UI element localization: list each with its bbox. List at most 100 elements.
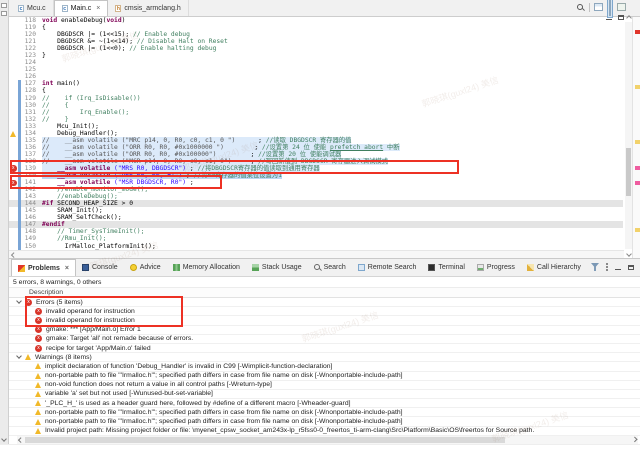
code-line-123[interactable]: 123} xyxy=(9,52,623,59)
scroll-right-icon[interactable] xyxy=(631,437,637,443)
debug-perspective-icon[interactable] xyxy=(617,3,626,11)
code-line-122[interactable]: 122 DBGDSCR |= (1<<0); // Enable halting… xyxy=(9,45,623,52)
scroll-down-icon[interactable] xyxy=(625,251,632,257)
code-line-121[interactable]: 121 DBGDSCR &= ~(1<<14); // Disable Halt… xyxy=(9,38,623,45)
code-line-124[interactable]: 124 xyxy=(9,59,623,66)
code-line-146[interactable]: 146 SRAM_SelfCheck(); xyxy=(9,214,623,222)
code-line-119[interactable]: 119 { xyxy=(9,24,623,31)
tab-terminal[interactable]: Terminal xyxy=(422,259,470,276)
editor-tab-mcu.c[interactable]: c Mcu.c xyxy=(11,0,54,16)
error-marker-icon[interactable]: x xyxy=(10,179,17,187)
code-line-148[interactable]: 148 // Timer_SysTimeInit(); xyxy=(9,228,623,236)
view-menu-icon[interactable] xyxy=(606,263,608,271)
error-marker-icon[interactable]: x xyxy=(10,165,17,172)
tab-call-hierarchy[interactable]: Call Hierarchy xyxy=(521,259,587,276)
problem-row[interactable]: x invalid operand for instruction xyxy=(9,307,640,317)
tab-console[interactable]: Console xyxy=(76,259,124,276)
chevron-down-icon[interactable] xyxy=(1,436,7,442)
description-column-header[interactable]: Description xyxy=(9,288,640,298)
restore-view-icon[interactable] xyxy=(1,3,7,8)
code-line-126[interactable]: 126 xyxy=(9,73,623,80)
chevron-down-icon[interactable] xyxy=(16,298,22,304)
problem-row[interactable]: non-portable path to file "'Irmalloc.h'"… xyxy=(9,372,640,381)
code-line-125[interactable]: 125 xyxy=(9,66,623,73)
scroll-left-icon[interactable] xyxy=(18,437,24,443)
editor-tab-main.c[interactable]: c Main.c × xyxy=(53,0,109,16)
code-line-141[interactable]: x 141 __asm volatile ("MSR DBGDSCR, R0") … xyxy=(9,179,623,187)
overview-ruler[interactable] xyxy=(632,17,640,258)
scrollbar-thumb[interactable] xyxy=(626,148,631,196)
problem-row[interactable]: x gmake: Target 'all' not remade because … xyxy=(9,335,640,344)
code-line-130[interactable]: 130 // { xyxy=(9,101,623,109)
problem-row[interactable]: non-portable path to file "'Irmalloc.h'"… xyxy=(9,408,640,418)
tab-problems[interactable]: Problems × xyxy=(11,259,76,276)
code-line-142[interactable]: 142 //enable_monitor_mode(); xyxy=(9,186,623,194)
overview-warning-mark[interactable] xyxy=(634,140,640,144)
problem-row[interactable]: non-portable path to file "'Irmalloc.h'"… xyxy=(9,417,640,427)
code-line-138[interactable]: 138 // __asm volatile ("MCR p14, 0, R0, c… xyxy=(9,157,623,166)
h-file-icon: h xyxy=(115,4,122,12)
code-line-137[interactable]: 137 // __asm volatile ("ORR R0, R0, #0x10… xyxy=(9,150,623,158)
editor-tab-cmsis_armclang.h[interactable]: h cmsis_armclang.h xyxy=(108,0,189,16)
tab-memory-allocation[interactable]: Memory Allocation xyxy=(167,259,246,276)
code-line-120[interactable]: 120 DBGDSCR |= (1<<15); // Enable debug xyxy=(9,31,623,38)
problem-row[interactable]: implicit declaration of function 'Debug_… xyxy=(9,362,640,372)
overview-warning-mark[interactable] xyxy=(634,85,640,89)
tab-search[interactable]: Search xyxy=(308,259,352,276)
problem-row[interactable]: Invalid project path: Missing project fo… xyxy=(9,427,640,436)
tab-advice[interactable]: Advice xyxy=(124,259,167,276)
editor-vertical-scrollbar[interactable] xyxy=(625,15,632,257)
problem-row[interactable]: x recipe for target 'App/Main.o' failed xyxy=(9,344,640,354)
minimized-view-bar[interactable] xyxy=(0,0,9,451)
tab-remote-search[interactable]: Remote Search xyxy=(352,259,423,276)
line-number: 140 xyxy=(24,172,36,180)
filter-icon[interactable] xyxy=(591,263,599,271)
tab-stack-usage[interactable]: Stack Usage xyxy=(246,259,308,276)
code-line-150[interactable]: 150 IrMalloc_PlatformInit(); xyxy=(9,242,623,250)
problem-row[interactable]: x invalid operand for instruction xyxy=(9,316,640,326)
open-perspective-icon[interactable] xyxy=(594,3,603,11)
search-icon[interactable] xyxy=(576,3,585,12)
scroll-up-icon[interactable] xyxy=(625,15,632,21)
minimized-view-icon[interactable] xyxy=(1,11,7,16)
code-line-128[interactable]: 128 { xyxy=(9,87,623,95)
code-line-144[interactable]: 144 #if SECOND_HEAP_SIZE > 0 xyxy=(9,200,623,208)
code-text-inner: #if SECOND_HEAP_SIZE > 0 xyxy=(42,200,133,207)
problems-group-warning[interactable]: Warnings (8 items) xyxy=(9,353,640,363)
code-line-133[interactable]: 133 Mcu_Init(); xyxy=(9,122,623,130)
code-segment: 中断 xyxy=(383,143,400,151)
overview-error-mark[interactable] xyxy=(634,30,640,34)
editor-horizontal-scrollbar[interactable] xyxy=(9,250,624,258)
close-icon[interactable]: × xyxy=(96,5,100,12)
problems-horizontal-scrollbar[interactable] xyxy=(17,436,638,444)
overview-error-mark[interactable] xyxy=(634,181,640,185)
overview-error-mark[interactable] xyxy=(634,166,640,170)
chevron-down-icon[interactable] xyxy=(16,353,22,360)
code-line-139[interactable]: x 139 __asm volatile ("MRS R0, DBGDSCR") … xyxy=(9,164,623,173)
problem-row[interactable]: non-void function does not return a valu… xyxy=(9,381,640,390)
code-line-118[interactable]: 118 void enableDebug(void) xyxy=(9,17,623,24)
scrollbar-thumb[interactable] xyxy=(25,437,505,443)
code-line-149[interactable]: 149 //Rmu_Init(); xyxy=(9,235,623,243)
scroll-left-icon[interactable] xyxy=(11,252,17,258)
code-line-147[interactable]: 147 #endif xyxy=(9,221,623,229)
problem-row[interactable]: x gmake: *** [App/Main.o] Error 1 xyxy=(9,326,640,335)
tab-progress[interactable]: Progress xyxy=(471,259,521,276)
overview-warning-mark[interactable] xyxy=(634,228,640,232)
problem-row[interactable]: variable 'a' set but not used [-Wunused-… xyxy=(9,390,640,400)
problems-group-error[interactable]: x Errors (5 items) xyxy=(9,298,640,308)
code-line-132[interactable]: 132 // } xyxy=(9,115,623,123)
code-line-131[interactable]: 131 // Irq_Enable(); xyxy=(9,108,623,116)
code-line-136[interactable]: 136 // __asm volatile ("ORR R0, R0, #0x10… xyxy=(9,143,623,151)
maximize-icon[interactable] xyxy=(628,264,634,270)
code-line-127[interactable]: 127 int main() xyxy=(9,80,623,88)
problem-row[interactable]: '_PLC_H_' is used as a header guard here… xyxy=(9,399,640,409)
code-line-145[interactable]: 145 SRAM_Init(); xyxy=(9,207,623,215)
code-line-135[interactable]: 135 // __asm volatile ("MRC p14, 0, R0, c… xyxy=(9,136,623,144)
code-line-129[interactable]: 129 // if (Irq_IsDisable()) xyxy=(9,94,623,102)
code-text-inner: // { xyxy=(42,102,69,109)
minimize-icon[interactable] xyxy=(615,268,621,270)
close-icon[interactable]: × xyxy=(65,265,69,272)
code-editor[interactable]: 118 void enableDebug(void) 119 {120 DBGDSCR… xyxy=(9,17,623,250)
code-line-134[interactable]: 134 Debug_Handler(); xyxy=(9,129,623,137)
